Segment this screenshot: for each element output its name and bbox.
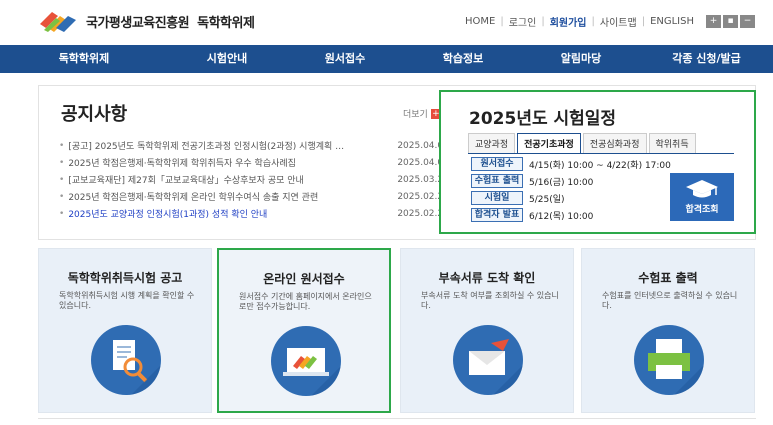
laptop-icon [271,326,341,396]
card-desc: 수험표를 인터넷으로 출력하실 수 있습니다. [602,291,738,310]
list-item[interactable]: • 2025년 학점은행제·독학학위제 학위취득자 우수 학습사례집 2025.… [59,154,479,171]
result-check-button[interactable]: 합격조회 [670,173,734,221]
schedule-label: 합격자 발표 [471,208,523,222]
site-name: 독학학위제 [197,15,255,31]
notice-text[interactable]: 2025년도 교양과정 인정시험(1과정) 성적 확인 안내 [68,207,393,220]
schedule-row: 시험일 5/25(일) [471,190,671,206]
nav-item-study-info[interactable]: 학습정보 [404,45,522,73]
exam-schedule-panel: 2025년도 시험일정 교양과정 전공기초과정 전공심화과정 학위취득 원서접수… [439,90,756,234]
card-title: 부속서류 도착 확인 [438,271,536,285]
schedule-rows: 원서접수 4/15(화) 10:00 ~ 4/22(화) 17:00 수험표 출… [471,156,671,224]
site-logo[interactable]: 국가평생교육진흥원 독학학위제 [38,10,255,32]
document-search-icon [91,325,161,395]
card-title: 온라인 원서접수 [263,272,345,286]
sitemap-link[interactable]: 사이트맵 [600,14,637,29]
schedule-value: 4/15(화) 10:00 ~ 4/22(화) 17:00 [529,160,671,171]
schedule-label: 시험일 [471,191,523,205]
schedule-title: 2025년도 시험일정 [469,109,617,129]
bullet-icon: • [59,191,65,202]
org-name: 국가평생교육진흥원 [86,15,190,31]
utility-nav: HOME | 로그인 | 회원가입 | 사이트맵 | ENGLISH + ▪ − [465,14,755,29]
card-title: 독학학위취득시험 공고 [67,271,183,285]
bullet-icon: • [59,174,65,185]
divider: | [541,16,545,27]
english-link[interactable]: ENGLISH [650,16,694,27]
signup-link[interactable]: 회원가입 [550,14,587,29]
nav-item-degree[interactable]: 독학학위제 [0,45,168,73]
bottom-divider [38,418,756,425]
bullet-icon: • [59,140,65,151]
tab-major-basic[interactable]: 전공기초과정 [517,133,581,153]
card-desc: 독학학위취득시험 시행 계획을 확인할 수 있습니다. [59,291,195,310]
notice-text[interactable]: [공고] 2025년도 독학학위제 전공기초과정 인정시험(2과정) 시행계획 … [68,139,393,152]
card-ticket-print[interactable]: 수험표 출력 수험표를 인터넷으로 출력하실 수 있습니다. [581,248,755,413]
schedule-row: 합격자 발표 6/12(목) 10:00 [471,207,671,223]
envelope-icon [453,325,523,395]
schedule-row: 원서접수 4/15(화) 10:00 ~ 4/22(화) 17:00 [471,156,671,172]
schedule-value: 6/12(목) 10:00 [529,211,594,222]
nav-item-exam-info[interactable]: 시험안내 [168,45,286,73]
main-nav: 독학학위제 시험안내 원서접수 학습정보 알림마당 각종 신청/발급 [0,45,773,73]
notice-text[interactable]: 2025년 학점은행제·독학학위제 온라인 학위수여식 송출 지연 관련 [68,190,393,203]
notice-title: 공지사항 [61,104,128,125]
schedule-value: 5/16(금) 10:00 [529,177,594,188]
list-item[interactable]: • 2025년 학점은행제·독학학위제 온라인 학위수여식 송출 지연 관련 2… [59,188,479,205]
more-label: 더보기 [403,110,428,120]
home-link[interactable]: HOME [465,16,495,27]
bullet-icon: • [59,157,65,168]
nav-item-application[interactable]: 원서접수 [286,45,404,73]
bullet-icon: • [59,208,65,219]
tab-degree[interactable]: 학위취득 [648,133,696,153]
tab-major-advanced[interactable]: 전공심화과정 [582,133,647,153]
notice-more-link[interactable]: 더보기 + [403,107,441,120]
tab-general[interactable]: 교양과정 [468,133,516,153]
schedule-value: 5/25(일) [529,194,565,205]
divider: | [500,16,504,27]
card-online-application[interactable]: 온라인 원서접수 원서접수 기간에 홈페이지에서 온라인으로만 접수가능합니다. [217,248,391,413]
notice-text[interactable]: [교보교육재단] 제27회「교보교육대상」수상후보자 공모 안내 [68,173,393,186]
card-document-arrival[interactable]: 부속서류 도착 확인 부속서류 도착 여부를 조회하실 수 있습니다. [400,248,574,413]
font-increase-button[interactable]: + [706,15,721,28]
divider: | [641,16,646,27]
graduation-cap-icon [686,180,718,198]
login-link[interactable]: 로그인 [509,14,537,29]
result-check-label: 합격조회 [685,205,719,215]
printer-icon [634,325,704,395]
schedule-label: 수험표 출력 [471,174,523,188]
schedule-tabs: 교양과정 전공기초과정 전공심화과정 학위취득 [468,133,734,154]
divider: | [591,16,595,27]
font-size-controls: + ▪ − [704,15,755,28]
font-decrease-button[interactable]: − [740,15,755,28]
schedule-label: 원서접수 [471,157,523,171]
list-item[interactable]: • 2025년도 교양과정 인정시험(1과정) 성적 확인 안내 2025.02… [59,205,479,222]
list-item[interactable]: • [교보교육재단] 제27회「교보교육대상」수상후보자 공모 안내 2025.… [59,171,479,188]
list-item[interactable]: • [공고] 2025년도 독학학위제 전공기초과정 인정시험(2과정) 시행계… [59,137,479,154]
notice-text[interactable]: 2025년 학점은행제·독학학위제 학위취득자 우수 학습사례집 [68,156,393,169]
nav-item-requests[interactable]: 각종 신청/발급 [640,45,773,73]
notice-list: • [공고] 2025년도 독학학위제 전공기초과정 인정시험(2과정) 시행계… [59,137,479,222]
card-title: 수험표 출력 [638,271,698,285]
logo-mark-icon [40,12,76,32]
font-reset-button[interactable]: ▪ [723,15,738,28]
site-header: 국가평생교육진흥원 독학학위제 HOME | 로그인 | 회원가입 | 사이트맵… [0,0,773,45]
nav-item-notice-board[interactable]: 알림마당 [522,45,640,73]
card-desc: 원서접수 기간에 홈페이지에서 온라인으로만 접수가능합니다. [239,292,372,311]
schedule-row: 수험표 출력 5/16(금) 10:00 [471,173,671,189]
card-exam-announcement[interactable]: 독학학위취득시험 공고 독학학위취득시험 시행 계획을 확인할 수 있습니다. [38,248,212,413]
card-desc: 부속서류 도착 여부를 조회하실 수 있습니다. [421,291,559,310]
